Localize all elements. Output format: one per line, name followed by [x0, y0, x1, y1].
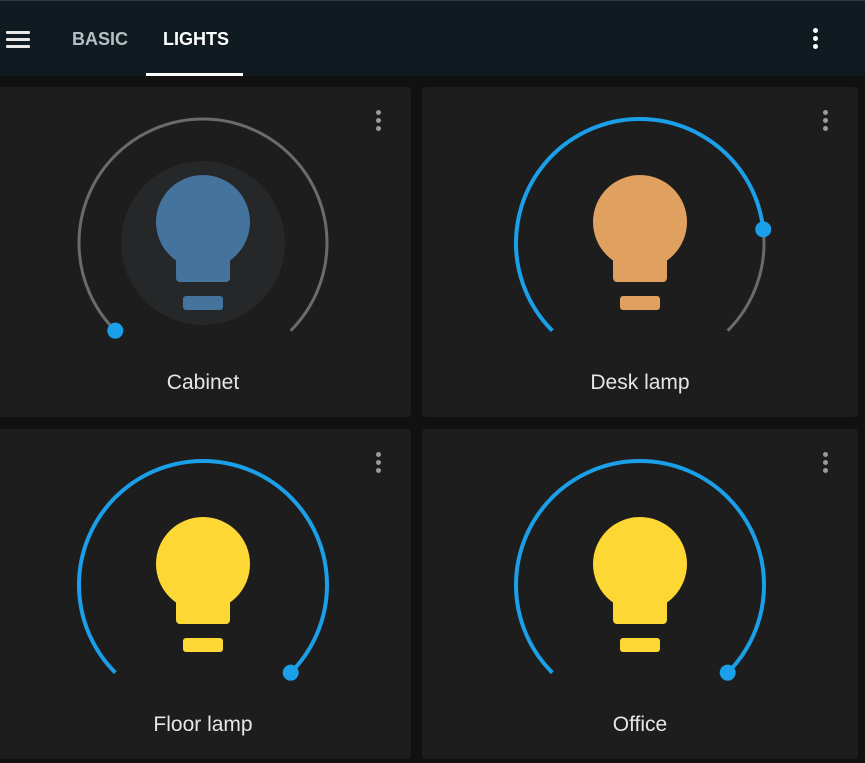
hamburger-menu-icon[interactable]	[4, 26, 32, 52]
brightness-dial[interactable]	[422, 87, 858, 367]
light-name: Desk lamp	[590, 371, 690, 394]
lightbulb-icon	[593, 517, 687, 652]
brightness-dial[interactable]	[0, 87, 411, 367]
dial-knob	[755, 221, 772, 238]
brightness-dial[interactable]	[0, 429, 411, 709]
light-card-desk-lamp: Desk lamp	[422, 87, 858, 417]
dial-knob	[107, 322, 124, 339]
light-name: Office	[612, 713, 668, 736]
dial-svg	[514, 459, 766, 681]
dial-track	[726, 229, 766, 332]
dial-svg	[77, 459, 329, 681]
app-toolbar: BASIC LIGHTS	[0, 0, 865, 76]
active-tab-indicator	[146, 73, 243, 76]
brightness-dial[interactable]	[422, 429, 858, 709]
light-name: Floor lamp	[153, 713, 253, 736]
light-card-floor-lamp: Floor lamp	[0, 429, 411, 759]
dial-svg	[77, 117, 329, 339]
dial-knob	[719, 664, 736, 681]
tab-basic[interactable]: BASIC	[72, 26, 128, 52]
lightbulb-icon	[593, 175, 687, 310]
light-card-cabinet: Cabinet	[0, 87, 411, 417]
dial-svg	[514, 117, 772, 333]
toolbar-border	[0, 0, 865, 1]
tab-lights[interactable]: LIGHTS	[163, 26, 229, 52]
more-options-icon[interactable]	[806, 24, 826, 54]
light-name: Cabinet	[166, 371, 240, 394]
lightbulb-icon	[156, 517, 250, 652]
dial-knob	[282, 664, 299, 681]
light-card-office: Office	[422, 429, 858, 759]
